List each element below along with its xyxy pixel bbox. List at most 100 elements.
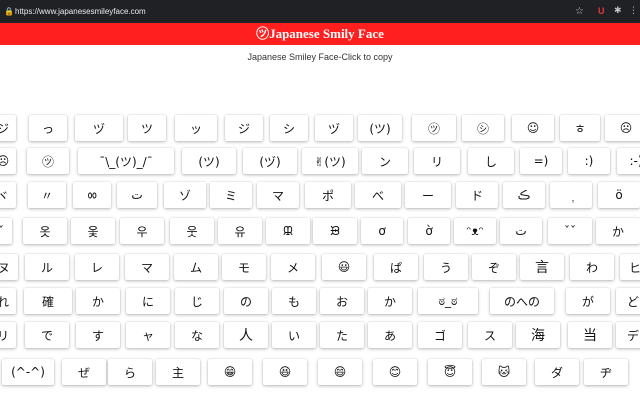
smiley-tile[interactable]: (ヅ) <box>243 148 297 174</box>
smiley-tile[interactable]: わ <box>570 254 614 280</box>
smiley-tile[interactable]: ᙜ <box>266 218 310 244</box>
smiley-tile[interactable]: ヅ <box>75 115 123 141</box>
smiley-tile[interactable]: べ <box>355 182 401 208</box>
smiley-tile[interactable]: 言 <box>520 254 564 280</box>
smiley-tile[interactable]: ミ <box>210 182 252 208</box>
smiley-tile[interactable]: ジ <box>225 115 263 141</box>
smiley-tile[interactable]: ٜٜ <box>550 182 592 208</box>
smiley-tile[interactable]: 😆 <box>263 359 307 385</box>
smiley-tile[interactable]: ポ <box>305 182 351 208</box>
smiley-tile[interactable]: で <box>25 322 69 348</box>
smiley-tile[interactable]: のへの <box>490 288 554 314</box>
smiley-tile[interactable]: に <box>126 288 170 314</box>
smiley-tile[interactable]: ˇˇ <box>548 218 592 244</box>
smiley-tile[interactable]: ㋛ <box>462 115 504 141</box>
smiley-tile[interactable]: 옻 <box>71 218 115 244</box>
smiley-tile[interactable]: ら <box>108 359 152 385</box>
smiley-tile[interactable]: ド <box>456 182 498 208</box>
smiley-tile[interactable]: 😁 <box>208 359 252 385</box>
smiley-tile[interactable]: 🐱 <box>482 359 526 385</box>
smiley-tile[interactable]: ˇ <box>0 218 12 244</box>
smiley-tile[interactable]: ㋡ <box>27 148 69 174</box>
smiley-tile[interactable]: ᙗ <box>313 218 357 244</box>
smiley-tile[interactable]: ☹ <box>0 148 16 174</box>
smiley-tile[interactable]: ジ <box>0 115 16 141</box>
smiley-tile[interactable]: メ <box>271 254 315 280</box>
smiley-tile[interactable]: か <box>368 288 412 314</box>
smiley-tile[interactable]: 当 <box>568 322 612 348</box>
smiley-tile[interactable]: ッ <box>175 115 217 141</box>
smiley-tile[interactable]: 人 <box>224 322 268 348</box>
smiley-tile[interactable]: ヌ <box>0 254 18 280</box>
smiley-tile[interactable]: ン <box>362 148 408 174</box>
smiley-tile[interactable]: モ <box>222 254 266 280</box>
smiley-tile[interactable]: な <box>175 322 219 348</box>
smiley-tile[interactable]: ヒ <box>620 254 640 280</box>
smiley-tile[interactable]: ツ <box>128 115 166 141</box>
smiley-tile[interactable]: シ <box>270 115 308 141</box>
smiley-tile[interactable]: ダ <box>535 359 579 385</box>
smiley-tile[interactable]: (ツ) <box>182 148 236 174</box>
smiley-tile[interactable]: か <box>596 218 640 244</box>
smiley-tile[interactable]: ヂ <box>584 359 628 385</box>
smiley-tile[interactable]: =) <box>520 148 562 174</box>
smiley-tile[interactable]: ど <box>616 288 640 314</box>
smiley-tile[interactable]: :-) <box>617 148 640 174</box>
smiley-tile[interactable]: ờ <box>408 218 450 244</box>
smiley-tile[interactable]: ت <box>500 218 542 244</box>
smiley-tile[interactable]: た <box>320 322 364 348</box>
smiley-tile[interactable]: あ <box>368 322 412 348</box>
smiley-tile[interactable]: マ <box>257 182 299 208</box>
smiley-tile[interactable]: す <box>76 322 120 348</box>
smiley-tile[interactable]: ャ <box>126 322 170 348</box>
smiley-tile[interactable]: 옷 <box>23 218 67 244</box>
smiley-tile[interactable]: お <box>320 288 364 314</box>
smiley-tile[interactable]: ¯\_(ツ)_/¯ <box>78 148 174 174</box>
smiley-tile[interactable]: い <box>272 322 316 348</box>
smiley-tile[interactable]: か <box>76 288 120 314</box>
smiley-tile[interactable]: ぱ <box>374 254 418 280</box>
smiley-tile[interactable]: リ <box>414 148 460 174</box>
smiley-tile[interactable]: (^-^) <box>2 359 54 385</box>
smiley-tile[interactable]: :) <box>568 148 610 174</box>
smiley-tile[interactable]: リ <box>0 322 16 348</box>
smiley-tile[interactable]: ゴ <box>418 322 462 348</box>
smiley-tile[interactable]: っ <box>29 115 67 141</box>
smiley-tile[interactable]: の <box>224 288 268 314</box>
smiley-tile[interactable]: ᵔᴥᵔ <box>454 218 496 244</box>
smiley-tile[interactable]: ヅ <box>315 115 353 141</box>
smiley-tile[interactable]: 😃 <box>322 254 366 280</box>
smiley-tile[interactable]: 〃 <box>28 182 66 208</box>
smiley-tile[interactable]: ス <box>468 322 512 348</box>
smiley-tile[interactable]: ڪ <box>503 182 545 208</box>
smiley-tile[interactable]: ö <box>598 182 640 208</box>
smiley-tile[interactable]: ㋡ <box>412 115 456 141</box>
smiley-tile[interactable]: ㆀ <box>73 182 111 208</box>
smiley-tile[interactable]: ル <box>25 254 69 280</box>
smiley-tile[interactable]: も <box>272 288 316 314</box>
smiley-tile[interactable]: ت <box>117 182 157 208</box>
smiley-tile[interactable]: ಠ_ಠ <box>418 288 478 314</box>
smiley-tile[interactable]: 海 <box>516 322 560 348</box>
smiley-tile[interactable]: 유 <box>218 218 262 244</box>
smiley-tile[interactable]: ㅎ <box>560 115 600 141</box>
smiley-tile[interactable]: し <box>468 148 514 174</box>
smiley-tile[interactable]: ☺ <box>512 115 554 141</box>
smiley-tile[interactable]: (ツ) <box>358 115 402 141</box>
smiley-tile[interactable]: ơ <box>361 218 403 244</box>
smiley-tile[interactable]: レ <box>75 254 119 280</box>
smiley-tile[interactable]: 😇 <box>428 359 472 385</box>
smiley-tile[interactable]: が <box>566 288 610 314</box>
smiley-tile[interactable]: じ <box>175 288 219 314</box>
smiley-tile[interactable]: ぞ <box>472 254 516 280</box>
smiley-tile[interactable]: 主 <box>156 359 200 385</box>
smiley-tile[interactable]: ゾ <box>164 182 206 208</box>
smiley-tile[interactable]: ヾ <box>0 182 16 208</box>
smiley-tile[interactable]: ー <box>405 182 451 208</box>
smiley-tile[interactable]: 😊 <box>373 359 417 385</box>
smiley-tile[interactable]: 웃 <box>170 218 214 244</box>
smiley-tile[interactable]: う <box>424 254 468 280</box>
smiley-tile[interactable]: ム <box>174 254 218 280</box>
smiley-tile[interactable]: 😄 <box>318 359 362 385</box>
smiley-tile[interactable]: ぜ <box>62 359 106 385</box>
